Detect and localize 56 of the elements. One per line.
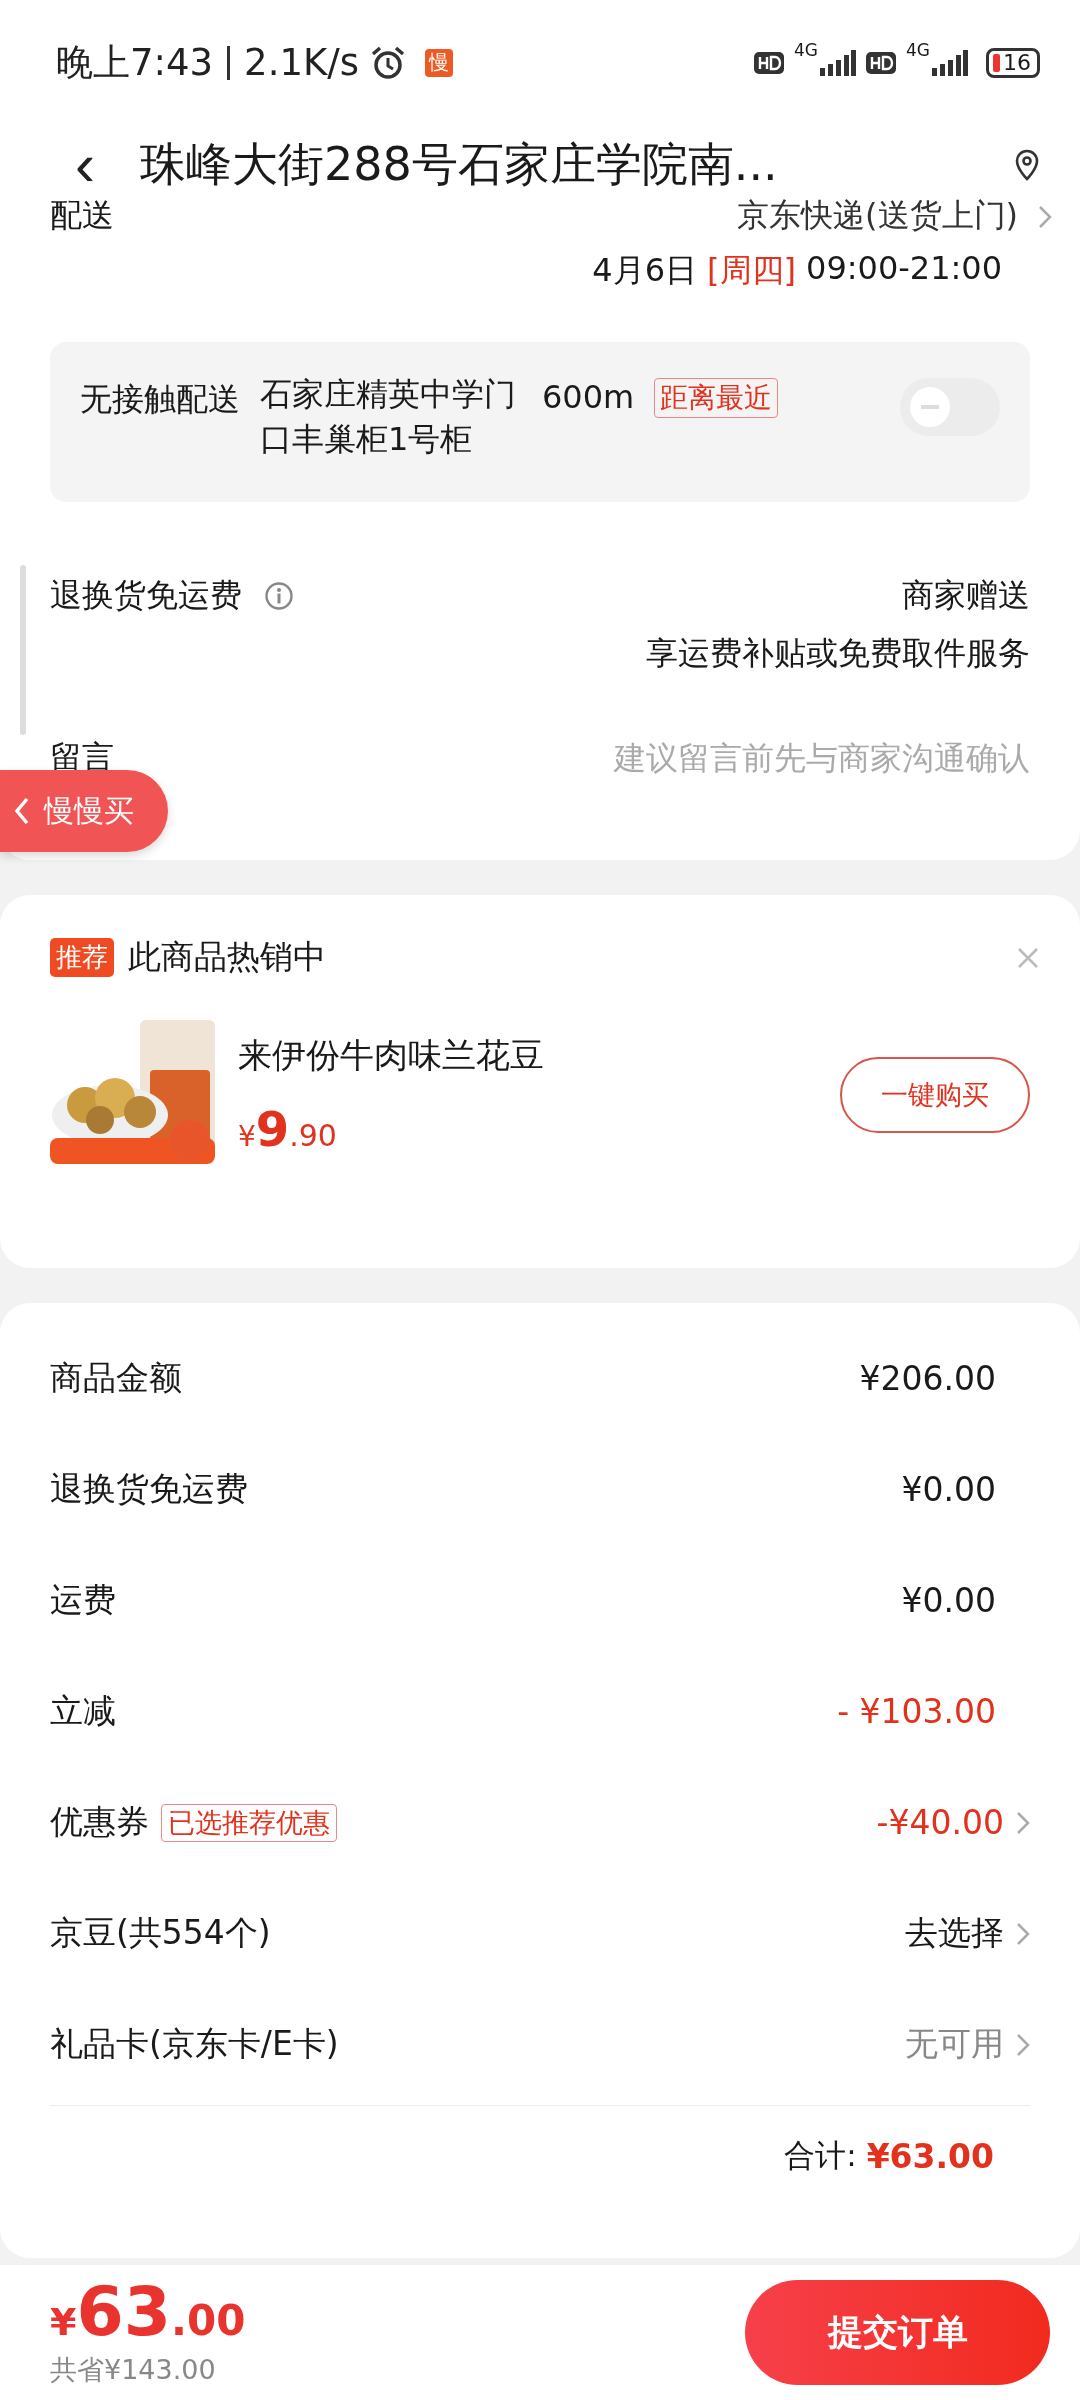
message-field[interactable]: 建议留言前先与商家沟通确认 — [510, 739, 1030, 777]
summary-value[interactable]: 去选择 — [905, 1911, 1004, 1956]
summary-label: 商品金额 — [50, 1357, 182, 1399]
summary-label: 京豆(共554个) — [50, 1912, 271, 1954]
submit-order-button[interactable]: 提交订单 — [745, 2280, 1050, 2385]
back-button[interactable]: ‹ — [50, 135, 120, 195]
return-shipping-value: 商家赠送 — [902, 575, 1030, 616]
return-shipping-note: 享运费补贴或免费取件服务 — [646, 633, 1030, 674]
nearest-tag: 距离最近 — [654, 378, 779, 418]
saved-amount: 共省¥143.00 — [50, 2352, 217, 2387]
return-shipping-label: 退换货免运费 — [50, 575, 242, 616]
hd-icon — [866, 51, 896, 74]
delivery-time: 09:00-21:00 — [806, 249, 1002, 289]
address-title: 珠峰大街288号石家庄学院南... — [140, 136, 779, 193]
delivery-label: 配送 — [50, 199, 114, 236]
summary-label: 优惠券 — [50, 1801, 149, 1843]
recommend-tag: 推荐 — [50, 938, 114, 977]
coupon-tag: 已选推荐优惠 — [161, 1803, 337, 1842]
network-type: 4G — [906, 40, 930, 60]
delivery-date: 4月6日 — [592, 250, 698, 291]
signal-icon — [820, 49, 856, 76]
info-icon[interactable] — [264, 581, 294, 611]
total-label: 合计: — [784, 2136, 857, 2175]
floating-back-button[interactable]: 慢慢买 — [0, 770, 168, 852]
app-badge: 慢 — [424, 48, 453, 77]
distance-text: 600m — [542, 378, 635, 416]
recommend-title: 此商品热销中 — [128, 936, 326, 978]
summary-value[interactable]: 无可用 — [905, 2022, 1004, 2067]
contactless-label: 无接触配送 — [80, 379, 240, 420]
battery-indicator: 16 — [986, 47, 1040, 78]
close-icon[interactable] — [1016, 945, 1040, 970]
delivery-weekday: [周四] — [707, 250, 796, 291]
summary-label: 立减 — [50, 1690, 116, 1732]
summary-value: ¥0.00 — [901, 1470, 996, 1509]
location-pin-icon[interactable] — [1014, 149, 1040, 181]
summary-value: ¥0.00 — [901, 1581, 996, 1620]
summary-label: 运费 — [50, 1579, 116, 1621]
chevron-icon — [1038, 205, 1052, 229]
product-name[interactable]: 来伊份牛肉味兰花豆 — [238, 1033, 822, 1079]
one-click-buy-button[interactable]: 一键购买 — [840, 1057, 1030, 1133]
total-value: ¥63.00 — [866, 2136, 994, 2176]
signal-icon — [932, 49, 968, 76]
network-speed: 2.1K/s — [244, 41, 359, 84]
hd-icon — [754, 51, 784, 74]
payable-price: ¥63.00 — [50, 2277, 246, 2346]
product-price: ¥9.90 — [238, 1101, 338, 1157]
carrier-name[interactable]: 京东快递(送货上门) — [737, 199, 1018, 231]
status-time: 晚上7:43 — [56, 39, 214, 86]
summary-value: - ¥103.00 — [837, 1692, 996, 1731]
summary-label: 退换货免运费 — [50, 1468, 248, 1510]
locker-address: 石家庄精英中学门口丰巢柜1号柜 — [260, 374, 517, 460]
summary-label: 礼品卡(京东卡/E卡) — [50, 2023, 339, 2065]
chevron-icon — [14, 796, 30, 826]
network-type: 4G — [794, 40, 818, 60]
summary-value[interactable]: -¥40.00 — [876, 1803, 1004, 1842]
summary-value: ¥206.00 — [859, 1359, 996, 1398]
